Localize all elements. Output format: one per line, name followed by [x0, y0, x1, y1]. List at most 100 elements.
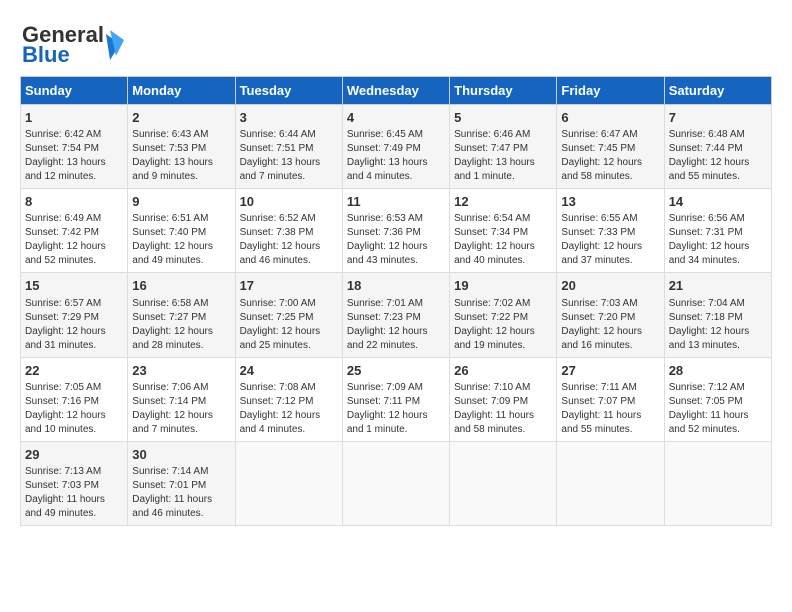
- calendar-cell: 15 Sunrise: 6:57 AM Sunset: 7:29 PM Dayli…: [21, 273, 128, 357]
- day-info: Sunrise: 7:01 AM Sunset: 7:23 PM Dayligh…: [347, 297, 445, 353]
- svg-text:Blue: Blue: [22, 42, 70, 66]
- calendar-cell: [450, 441, 557, 525]
- column-header-monday: Monday: [128, 77, 235, 105]
- day-info: Sunrise: 6:53 AM Sunset: 7:36 PM Dayligh…: [347, 212, 445, 268]
- day-info: Sunrise: 6:42 AM Sunset: 7:54 PM Dayligh…: [25, 128, 123, 184]
- day-info: Sunrise: 7:03 AM Sunset: 7:20 PM Dayligh…: [561, 297, 659, 353]
- day-info: Sunrise: 7:09 AM Sunset: 7:11 PM Dayligh…: [347, 381, 445, 437]
- logo: General Blue: [20, 16, 130, 66]
- calendar-cell: 22Sunrise: 7:05 AM Sunset: 7:16 PM Dayli…: [21, 357, 128, 441]
- calendar-cell: 4Sunrise: 6:45 AM Sunset: 7:49 PM Daylig…: [342, 105, 449, 189]
- calendar-cell: 20 Sunrise: 7:03 AM Sunset: 7:20 PM Dayli…: [557, 273, 664, 357]
- calendar-cell: 7Sunrise: 6:48 AM Sunset: 7:44 PM Daylig…: [664, 105, 771, 189]
- day-info: Sunrise: 7:05 AM Sunset: 7:16 PM Dayligh…: [25, 381, 123, 437]
- day-number: 18: [347, 277, 445, 295]
- calendar-cell: 28Sunrise: 7:12 AM Sunset: 7:05 PM Dayli…: [664, 357, 771, 441]
- day-info: Sunrise: 6:51 AM Sunset: 7:40 PM Dayligh…: [132, 212, 230, 268]
- calendar-cell: 25Sunrise: 7:09 AM Sunset: 7:11 PM Dayli…: [342, 357, 449, 441]
- column-header-tuesday: Tuesday: [235, 77, 342, 105]
- day-info: Sunrise: 7:06 AM Sunset: 7:14 PM Dayligh…: [132, 381, 230, 437]
- day-info: Sunrise: 7:04 AM Sunset: 7:18 PM Dayligh…: [669, 297, 767, 353]
- calendar-cell: 14Sunrise: 6:56 AM Sunset: 7:31 PM Dayli…: [664, 189, 771, 273]
- calendar-cell: 8Sunrise: 6:49 AM Sunset: 7:42 PM Daylig…: [21, 189, 128, 273]
- calendar-header-row: SundayMondayTuesdayWednesdayThursdayFrid…: [21, 77, 772, 105]
- calendar-week-row: 29Sunrise: 7:13 AM Sunset: 7:03 PM Dayli…: [21, 441, 772, 525]
- day-info: Sunrise: 7:02 AM Sunset: 7:22 PM Dayligh…: [454, 297, 552, 353]
- day-number: 22: [25, 362, 123, 380]
- calendar-cell: [235, 441, 342, 525]
- day-number: 2: [132, 109, 230, 127]
- day-number: 28: [669, 362, 767, 380]
- day-info: Sunrise: 6:45 AM Sunset: 7:49 PM Dayligh…: [347, 128, 445, 184]
- day-number: 20: [561, 277, 659, 295]
- calendar-cell: 18 Sunrise: 7:01 AM Sunset: 7:23 PM Dayli…: [342, 273, 449, 357]
- day-number: 14: [669, 193, 767, 211]
- day-info: Sunrise: 7:13 AM Sunset: 7:03 PM Dayligh…: [25, 465, 123, 521]
- calendar-cell: 6Sunrise: 6:47 AM Sunset: 7:45 PM Daylig…: [557, 105, 664, 189]
- calendar-cell: 21 Sunrise: 7:04 AM Sunset: 7:18 PM Dayli…: [664, 273, 771, 357]
- day-number: 27: [561, 362, 659, 380]
- calendar-table: SundayMondayTuesdayWednesdayThursdayFrid…: [20, 76, 772, 526]
- day-info: Sunrise: 6:57 AM Sunset: 7:29 PM Dayligh…: [25, 297, 123, 353]
- calendar-cell: 17 Sunrise: 7:00 AM Sunset: 7:25 PM Dayli…: [235, 273, 342, 357]
- day-number: 23: [132, 362, 230, 380]
- day-info: Sunrise: 7:10 AM Sunset: 7:09 PM Dayligh…: [454, 381, 552, 437]
- calendar-cell: 3Sunrise: 6:44 AM Sunset: 7:51 PM Daylig…: [235, 105, 342, 189]
- column-header-wednesday: Wednesday: [342, 77, 449, 105]
- day-number: 15: [25, 277, 123, 295]
- calendar-cell: 13Sunrise: 6:55 AM Sunset: 7:33 PM Dayli…: [557, 189, 664, 273]
- day-info: Sunrise: 7:12 AM Sunset: 7:05 PM Dayligh…: [669, 381, 767, 437]
- day-info: Sunrise: 7:08 AM Sunset: 7:12 PM Dayligh…: [240, 381, 338, 437]
- calendar-cell: [342, 441, 449, 525]
- calendar-cell: 29Sunrise: 7:13 AM Sunset: 7:03 PM Dayli…: [21, 441, 128, 525]
- day-number: 13: [561, 193, 659, 211]
- day-info: Sunrise: 6:54 AM Sunset: 7:34 PM Dayligh…: [454, 212, 552, 268]
- day-number: 29: [25, 446, 123, 464]
- day-number: 17: [240, 277, 338, 295]
- day-number: 7: [669, 109, 767, 127]
- calendar-cell: [557, 441, 664, 525]
- calendar-cell: 12Sunrise: 6:54 AM Sunset: 7:34 PM Dayli…: [450, 189, 557, 273]
- day-info: Sunrise: 6:43 AM Sunset: 7:53 PM Dayligh…: [132, 128, 230, 184]
- day-info: Sunrise: 6:47 AM Sunset: 7:45 PM Dayligh…: [561, 128, 659, 184]
- header: General Blue: [20, 16, 772, 66]
- day-number: 9: [132, 193, 230, 211]
- day-number: 21: [669, 277, 767, 295]
- calendar-cell: 16Sunrise: 6:58 AM Sunset: 7:27 PM Dayli…: [128, 273, 235, 357]
- day-info: Sunrise: 6:49 AM Sunset: 7:42 PM Dayligh…: [25, 212, 123, 268]
- day-number: 12: [454, 193, 552, 211]
- day-number: 30: [132, 446, 230, 464]
- day-number: 6: [561, 109, 659, 127]
- logo-svg: General Blue: [20, 16, 130, 66]
- calendar-cell: 11Sunrise: 6:53 AM Sunset: 7:36 PM Dayli…: [342, 189, 449, 273]
- day-info: Sunrise: 6:52 AM Sunset: 7:38 PM Dayligh…: [240, 212, 338, 268]
- day-number: 8: [25, 193, 123, 211]
- calendar-cell: [664, 441, 771, 525]
- day-number: 4: [347, 109, 445, 127]
- day-info: Sunrise: 6:46 AM Sunset: 7:47 PM Dayligh…: [454, 128, 552, 184]
- day-info: Sunrise: 7:11 AM Sunset: 7:07 PM Dayligh…: [561, 381, 659, 437]
- day-number: 5: [454, 109, 552, 127]
- day-number: 19: [454, 277, 552, 295]
- calendar-cell: 10Sunrise: 6:52 AM Sunset: 7:38 PM Dayli…: [235, 189, 342, 273]
- calendar-cell: 30Sunrise: 7:14 AM Sunset: 7:01 PM Dayli…: [128, 441, 235, 525]
- day-info: Sunrise: 7:00 AM Sunset: 7:25 PM Dayligh…: [240, 297, 338, 353]
- calendar-cell: 1Sunrise: 6:42 AM Sunset: 7:54 PM Daylig…: [21, 105, 128, 189]
- calendar-cell: 24Sunrise: 7:08 AM Sunset: 7:12 PM Dayli…: [235, 357, 342, 441]
- day-number: 24: [240, 362, 338, 380]
- day-info: Sunrise: 6:56 AM Sunset: 7:31 PM Dayligh…: [669, 212, 767, 268]
- day-number: 26: [454, 362, 552, 380]
- calendar-cell: 23Sunrise: 7:06 AM Sunset: 7:14 PM Dayli…: [128, 357, 235, 441]
- day-number: 16: [132, 277, 230, 295]
- column-header-saturday: Saturday: [664, 77, 771, 105]
- calendar-cell: 19 Sunrise: 7:02 AM Sunset: 7:22 PM Dayli…: [450, 273, 557, 357]
- calendar-cell: 27Sunrise: 7:11 AM Sunset: 7:07 PM Dayli…: [557, 357, 664, 441]
- day-info: Sunrise: 7:14 AM Sunset: 7:01 PM Dayligh…: [132, 465, 230, 521]
- day-info: Sunrise: 6:44 AM Sunset: 7:51 PM Dayligh…: [240, 128, 338, 184]
- calendar-body: 1Sunrise: 6:42 AM Sunset: 7:54 PM Daylig…: [21, 105, 772, 526]
- day-info: Sunrise: 6:48 AM Sunset: 7:44 PM Dayligh…: [669, 128, 767, 184]
- calendar-week-row: 1Sunrise: 6:42 AM Sunset: 7:54 PM Daylig…: [21, 105, 772, 189]
- column-header-thursday: Thursday: [450, 77, 557, 105]
- calendar-cell: 26Sunrise: 7:10 AM Sunset: 7:09 PM Dayli…: [450, 357, 557, 441]
- calendar-cell: 5Sunrise: 6:46 AM Sunset: 7:47 PM Daylig…: [450, 105, 557, 189]
